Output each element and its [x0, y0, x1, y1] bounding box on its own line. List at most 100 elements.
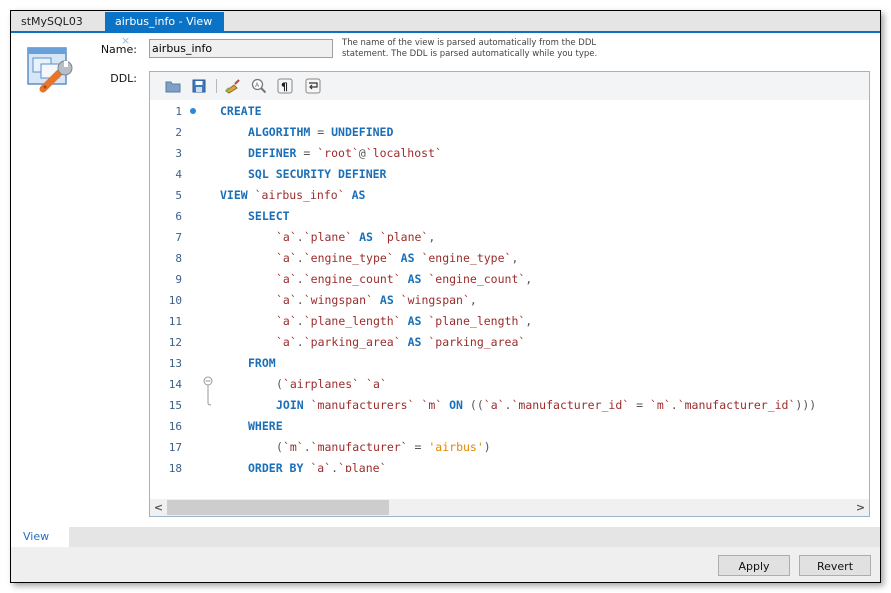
sql-keyword: ON: [442, 398, 470, 412]
line-number: 7: [175, 231, 182, 244]
code-text: VIEW `airbus_info` AS: [220, 185, 365, 206]
sql-punctuation: ): [483, 440, 491, 454]
horizontal-scrollbar[interactable]: < >: [150, 499, 869, 516]
code-line[interactable]: 1 CREATE: [150, 101, 869, 122]
line-number: 14: [168, 378, 182, 391]
code-line[interactable]: 13 FROM: [150, 353, 869, 374]
sql-keyword: AS: [352, 230, 380, 244]
sql-punctuation: (: [276, 440, 283, 454]
code-line[interactable]: 8 `a`.`engine_type` AS `engine_type`,: [150, 248, 869, 269]
code-text: `a`.`plane_length` AS `plane_length`,: [276, 311, 532, 332]
code-text: DEFINER = `root`@`localhost`: [248, 143, 442, 164]
ddl-label: DDL:: [110, 72, 137, 85]
scroll-right-arrow[interactable]: >: [852, 499, 869, 516]
line-number: 10: [168, 294, 182, 307]
sql-identifier: `manufacturer`: [310, 440, 408, 454]
ddl-editor[interactable]: A ¶ 1 CREATE 2 ALGORITHM = UNDEFINED 3 DEFINE…: [149, 71, 870, 517]
sql-identifier: `parking_area`: [428, 335, 526, 349]
invisible-chars-icon[interactable]: ¶: [276, 77, 294, 95]
code-line[interactable]: 7 `a`.`plane` AS `plane`,: [150, 227, 869, 248]
code-text: `a`.`engine_count` AS `engine_count`,: [276, 269, 532, 290]
save-icon[interactable]: [190, 77, 208, 95]
sql-identifier: `plane`: [338, 461, 387, 472]
fold-end-icon: [207, 395, 212, 406]
code-line[interactable]: 6 SELECT: [150, 206, 869, 227]
line-number: 15: [168, 399, 182, 412]
code-text: SQL SECURITY DEFINER: [248, 164, 386, 185]
sql-identifier: `a`: [366, 377, 387, 391]
code-line[interactable]: 15 JOIN `manufacturers` `m` ON ((`a`.`man…: [150, 395, 869, 416]
scroll-left-arrow[interactable]: <: [150, 499, 167, 516]
sql-punctuation: ,: [525, 272, 533, 286]
sql-punctuation: .: [296, 314, 304, 328]
sql-keyword: DEFINER: [248, 146, 297, 160]
word-wrap-icon[interactable]: [304, 77, 322, 95]
line-number: 3: [175, 147, 182, 160]
sql-identifier: `plane`: [379, 230, 429, 244]
sql-identifier: `manufacturers`: [310, 398, 415, 412]
sql-punctuation: =: [310, 125, 332, 139]
sql-keyword: WHERE: [248, 419, 283, 433]
open-folder-icon[interactable]: [164, 77, 182, 95]
code-text: JOIN `manufacturers` `m` ON ((`a`.`manuf…: [276, 395, 816, 416]
sql-keyword: JOIN: [276, 398, 311, 412]
apply-button[interactable]: Apply: [718, 555, 790, 576]
tab-connection[interactable]: stMySQL03: [11, 12, 105, 31]
sql-punctuation: .: [296, 335, 304, 349]
code-line[interactable]: 5 VIEW `airbus_info` AS: [150, 185, 869, 206]
sql-keyword: ALGORITHM: [248, 125, 311, 139]
sql-keyword: AS: [393, 251, 422, 265]
line-number: 12: [168, 336, 182, 349]
sql-keyword: FROM: [248, 356, 276, 370]
code-text: CREATE: [220, 101, 262, 122]
sql-punctuation: .: [296, 230, 304, 244]
sql-punctuation: =: [629, 398, 650, 412]
code-line[interactable]: 9 `a`.`engine_count` AS `engine_count`,: [150, 269, 869, 290]
sql-identifier: `manufacturer_id`: [511, 398, 630, 412]
code-line[interactable]: 10 `a`.`wingspan` AS `wingspan`,: [150, 290, 869, 311]
tab-view-editor[interactable]: airbus_info - View ×: [105, 12, 224, 47]
line-number: 6: [175, 210, 182, 223]
sql-identifier: `root`: [317, 146, 359, 160]
sql-keyword: SQL SECURITY DEFINER: [248, 167, 387, 181]
sql-keyword: ORDER BY: [248, 461, 311, 472]
code-text: (`m`.`manufacturer` = 'airbus'): [276, 437, 491, 458]
sql-identifier: `airplanes`: [282, 377, 360, 391]
sql-punctuation: [359, 377, 366, 391]
code-line[interactable]: 12 `a`.`parking_area` AS `parking_area`: [150, 332, 869, 353]
sql-identifier: `a`: [276, 314, 297, 328]
sql-punctuation: =: [407, 440, 429, 454]
sql-keyword: CREATE: [220, 104, 262, 118]
revert-button[interactable]: Revert: [799, 555, 871, 576]
beautify-icon[interactable]: [224, 77, 242, 95]
code-line[interactable]: 14 (`airplanes` `a`: [150, 374, 869, 395]
code-area[interactable]: 1 CREATE 2 ALGORITHM = UNDEFINED 3 DEFINER = …: [150, 100, 869, 472]
sql-identifier: `a`: [276, 335, 297, 349]
code-line[interactable]: 2 ALGORITHM = UNDEFINED: [150, 122, 869, 143]
line-number: 1: [175, 105, 182, 118]
code-line[interactable]: 17 (`m`.`manufacturer` = 'airbus'): [150, 437, 869, 458]
statement-marker-icon: [190, 108, 196, 114]
tab-view[interactable]: View: [11, 527, 69, 547]
code-line[interactable]: 4 SQL SECURITY DEFINER: [150, 164, 869, 185]
sql-keyword: AS: [400, 314, 429, 328]
sql-punctuation: ,: [428, 230, 436, 244]
sql-identifier: `engine_count`: [303, 272, 401, 286]
code-line[interactable]: 18 ORDER BY `a`.`plane`: [150, 458, 869, 472]
editor-toolbar: A ¶: [150, 72, 869, 100]
sql-identifier: `localhost`: [365, 146, 442, 160]
code-line[interactable]: 11 `a`.`plane_length` AS `plane_length`,: [150, 311, 869, 332]
find-icon[interactable]: A: [250, 77, 268, 95]
sql-identifier: `plane_length`: [428, 314, 526, 328]
sql-punctuation: .: [670, 398, 678, 412]
sql-identifier: `a`: [276, 230, 297, 244]
code-line[interactable]: 16 WHERE: [150, 416, 869, 437]
fold-collapse-icon[interactable]: [202, 374, 216, 395]
sql-punctuation: ,: [525, 314, 533, 328]
sql-identifier: `m`: [421, 398, 443, 412]
scroll-thumb[interactable]: [167, 500, 389, 515]
code-text: (`airplanes` `a`: [276, 374, 387, 395]
view-name-input[interactable]: [149, 39, 333, 58]
sql-identifier: `a`: [276, 272, 297, 286]
code-line[interactable]: 3 DEFINER = `root`@`localhost`: [150, 143, 869, 164]
